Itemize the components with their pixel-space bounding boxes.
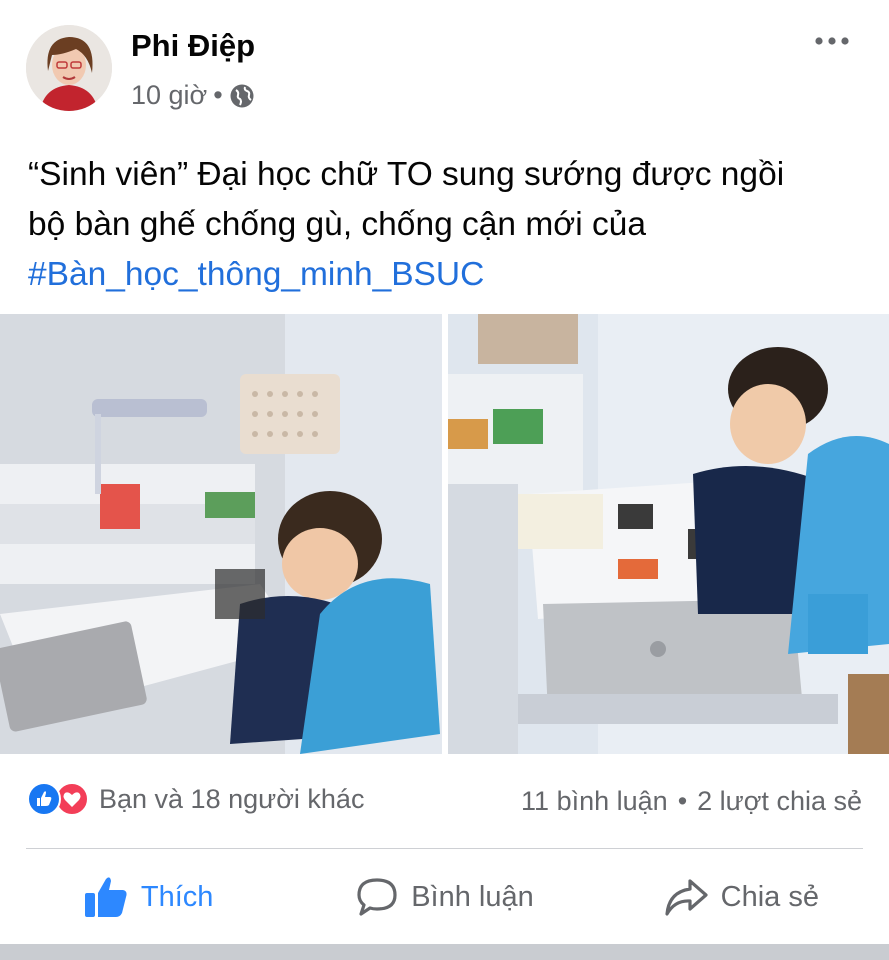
post-photo-2[interactable] (448, 314, 889, 754)
hashtag-link[interactable]: #Bàn_học_thông_minh_BSUC (28, 250, 868, 300)
post-text-line-2: bộ bàn ghế chống gù, chống cận mới của (28, 206, 646, 243)
photo-grid (0, 314, 889, 754)
counts-separator: • (677, 786, 688, 816)
divider (26, 848, 863, 849)
post-text: “Sinh viên” Đại học chữ TO sung sướng đư… (28, 150, 868, 300)
author-name[interactable]: Phi Điệp (131, 28, 255, 64)
thumbs-up-icon (84, 877, 127, 917)
engagement-counts: 11 bình luận • 2 lượt chia sẻ (521, 786, 862, 817)
share-button[interactable]: Chia sẻ (593, 862, 889, 932)
post-photo-1[interactable] (0, 314, 442, 754)
author-avatar[interactable] (26, 25, 112, 111)
post-meta: 10 giờ • (131, 80, 255, 111)
more-options-icon[interactable] (812, 26, 852, 56)
comment-button[interactable]: Bình luận (296, 862, 592, 932)
comments-count[interactable]: 11 bình luận (521, 786, 668, 817)
post-header: Phi Điệp 10 giờ • (0, 0, 889, 130)
share-label: Chia sẻ (720, 880, 819, 913)
post-stats: Bạn và 18 người khác 11 bình luận • 2 lư… (0, 780, 889, 824)
shares-count[interactable]: 2 lượt chia sẻ (697, 786, 862, 817)
post-text-line-1: “Sinh viên” Đại học chữ TO sung sướng đư… (28, 156, 785, 193)
share-icon (665, 879, 708, 916)
feed-separator (0, 944, 889, 960)
reactions-summary[interactable]: Bạn và 18 người khác (27, 782, 364, 816)
comment-label: Bình luận (411, 880, 534, 913)
reactions-text: Bạn và 18 người khác (99, 783, 365, 814)
like-label: Thích (140, 880, 214, 913)
like-button[interactable]: Thích (0, 862, 296, 932)
globe-icon (229, 83, 255, 109)
post-actions: Thích Bình luận Chia sẻ (0, 862, 889, 932)
comment-icon (357, 878, 397, 916)
like-reaction-icon (27, 782, 61, 816)
post-time[interactable]: 10 giờ (131, 80, 207, 111)
meta-separator: • (213, 80, 223, 110)
